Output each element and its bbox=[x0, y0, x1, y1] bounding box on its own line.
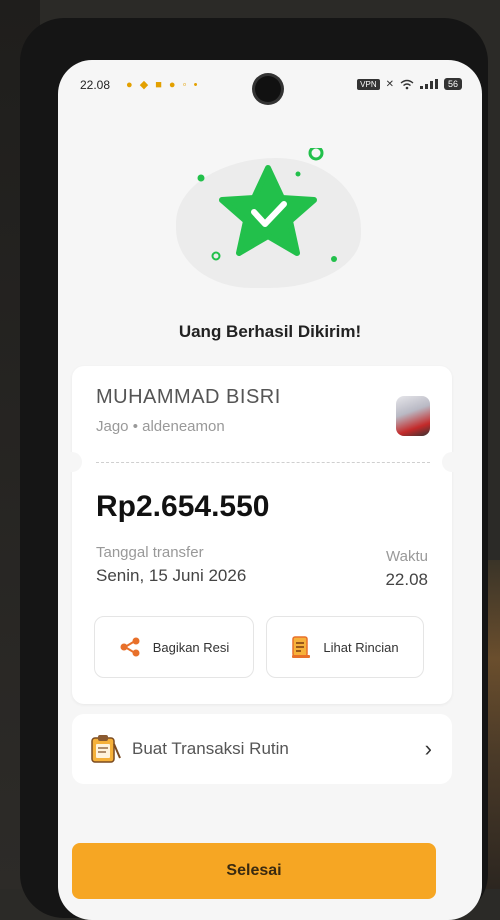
recipient-bank-handle: Jago • aldeneamon bbox=[96, 418, 225, 435]
receipt-icon bbox=[292, 636, 311, 658]
dashed-divider bbox=[96, 462, 430, 463]
date-label: Tanggal transfer bbox=[96, 544, 204, 561]
done-button[interactable]: Selesai bbox=[72, 843, 436, 899]
routine-transaction-label: Buat Transaksi Rutin bbox=[132, 739, 289, 758]
status-time: 22.08 bbox=[80, 78, 111, 92]
ticket-notch-right bbox=[442, 452, 462, 472]
wifi-icon bbox=[400, 79, 414, 89]
transfer-receipt-card: MUHAMMAD BISRI Jago • aldeneamon Rp2.654… bbox=[62, 366, 462, 704]
app-screen: 22.08 ● ◆ ■ ● ◦ • VPN ✕ 56 Uang Berhasil… bbox=[58, 60, 482, 920]
time-label: Waktu bbox=[386, 548, 428, 565]
view-details-button[interactable]: Lihat Rincian bbox=[266, 616, 424, 678]
avatar bbox=[396, 396, 430, 436]
front-camera bbox=[255, 76, 281, 102]
signal-icon bbox=[419, 79, 438, 89]
create-routine-transaction-row[interactable]: Buat Transaksi Rutin › bbox=[72, 714, 452, 784]
status-right-icons: VPN ✕ 56 bbox=[357, 78, 462, 90]
view-details-label: Lihat Rincian bbox=[323, 639, 399, 655]
chevron-right-icon: › bbox=[424, 736, 432, 761]
battery-icon: 56 bbox=[443, 78, 462, 90]
success-title: Uang Berhasil Dikirim! bbox=[178, 322, 362, 341]
date-value: Senin, 15 Juni 2026 bbox=[96, 566, 247, 585]
phone-frame: 22.08 ● ◆ ■ ● ◦ • VPN ✕ 56 Uang Berhasil… bbox=[20, 18, 488, 920]
notification-icons: ● ◆ ■ ● ◦ • bbox=[126, 79, 200, 91]
success-illustration bbox=[176, 148, 361, 293]
share-icon bbox=[120, 637, 140, 657]
ticket-notch-left bbox=[62, 452, 82, 472]
mute-icon: ✕ bbox=[385, 78, 394, 90]
clipboard-icon bbox=[91, 735, 121, 763]
star-check-icon bbox=[197, 148, 337, 262]
time-value: 22.08 bbox=[385, 570, 428, 589]
transfer-amount: Rp2.654.550 bbox=[96, 490, 270, 523]
vpn-icon: VPN bbox=[357, 78, 380, 90]
recipient-name: MUHAMMAD BISRI bbox=[96, 386, 281, 408]
share-receipt-button[interactable]: Bagikan Resi bbox=[94, 616, 254, 678]
status-bar: 22.08 ● ◆ ■ ● ◦ • VPN ✕ 56 bbox=[58, 60, 482, 102]
share-receipt-label: Bagikan Resi bbox=[152, 639, 230, 655]
